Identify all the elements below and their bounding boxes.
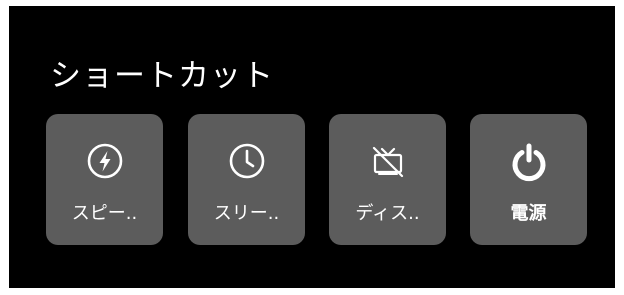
shortcut-label: スピー.. — [71, 203, 138, 224]
lightning-bolt-circle-icon — [80, 136, 130, 186]
power-icon — [504, 136, 554, 186]
clock-icon — [222, 136, 272, 186]
shortcut-label: スリー.. — [213, 203, 280, 224]
shortcut-speed-button[interactable]: スピー.. — [46, 114, 163, 245]
shortcut-sleep-button[interactable]: スリー.. — [188, 114, 305, 245]
tv-off-icon — [363, 136, 413, 186]
shortcut-label: 電源 — [510, 203, 547, 224]
panel-title: ショートカット — [50, 58, 274, 94]
shortcut-display-off-button[interactable]: ディス.. — [329, 114, 446, 245]
shortcut-label: ディス.. — [355, 203, 420, 224]
shortcut-power-button[interactable]: 電源 — [470, 114, 587, 245]
